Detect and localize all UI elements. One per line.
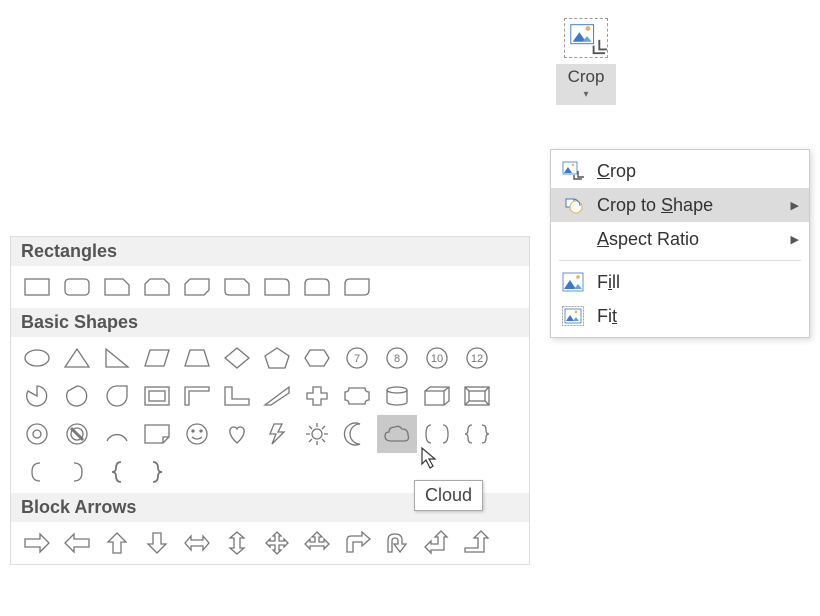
menu-item-fit[interactable]: Fit [551, 299, 809, 333]
shape-oval[interactable] [17, 339, 57, 377]
shape-cross[interactable] [297, 377, 337, 415]
shape-arc[interactable] [97, 415, 137, 453]
shape-no-symbol[interactable] [57, 415, 97, 453]
shape-quad-arrow[interactable] [257, 524, 297, 562]
shape-left-up[interactable] [417, 524, 457, 562]
shape-can[interactable] [377, 377, 417, 415]
section-header: Basic Shapes [11, 308, 529, 337]
menu-item-crop[interactable]: Crop [551, 154, 809, 188]
shape-snip-diagonal[interactable] [177, 268, 217, 306]
menu-item-label: Crop [597, 161, 799, 182]
shape-octagon[interactable]: 8 [377, 339, 417, 377]
shape-lightning[interactable] [257, 415, 297, 453]
menu-item-label: Fit [597, 306, 799, 327]
shape-heptagon[interactable]: 7 [337, 339, 377, 377]
submenu-arrow-icon: ▶ [791, 199, 799, 212]
shape-hexagon[interactable] [297, 339, 337, 377]
shape-left-brace[interactable] [97, 453, 137, 491]
menu-item-crop_to_shape[interactable]: Crop to Shape ▶ [551, 188, 809, 222]
dropdown-arrow-icon: ▾ [564, 88, 608, 101]
shape-parallelogram[interactable] [137, 339, 177, 377]
shape-cloud[interactable] [377, 415, 417, 453]
shape-down-arrow[interactable] [137, 524, 177, 562]
svg-text:7: 7 [354, 353, 360, 365]
shape-u-turn[interactable] [377, 524, 417, 562]
shape-left-arrow[interactable] [57, 524, 97, 562]
shape-tooltip: Cloud [414, 480, 483, 511]
shape-right-triangle[interactable] [97, 339, 137, 377]
shape-snip-same-side[interactable] [137, 268, 177, 306]
shape-snip-single-corner[interactable] [97, 268, 137, 306]
shape-bent-right[interactable] [337, 524, 377, 562]
crop-icon [561, 160, 585, 182]
shapes-row: 7 8 10 12 [11, 337, 529, 493]
shape-moon[interactable] [337, 415, 377, 453]
crop-button-label: Crop [568, 67, 605, 86]
svg-text:12: 12 [471, 353, 483, 365]
shapes-row [11, 266, 529, 308]
shape-snip-round-single[interactable] [217, 268, 257, 306]
shape-rounded-rectangle[interactable] [57, 268, 97, 306]
fill-icon [561, 271, 585, 293]
menu-item-label: Aspect Ratio [597, 229, 785, 250]
menu-item-label: Crop to Shape [597, 195, 785, 216]
shape-trapezoid[interactable] [177, 339, 217, 377]
shape-teardrop[interactable] [97, 377, 137, 415]
menu-item-label: Fill [597, 272, 799, 293]
crop-split-button[interactable]: Crop ▾ [556, 18, 616, 105]
crop-dropdown-menu: Crop Crop to Shape ▶ Aspect Ratio ▶ Fill Fit [550, 149, 810, 338]
shape-plaque[interactable] [337, 377, 377, 415]
shape-dodecagon[interactable]: 12 [457, 339, 497, 377]
shape-right-brace[interactable] [137, 453, 177, 491]
shape-right-bracket[interactable] [57, 453, 97, 491]
fit-icon [561, 305, 585, 327]
shape-half-frame[interactable] [177, 377, 217, 415]
submenu-arrow-icon: ▶ [791, 233, 799, 246]
shape-folded-corner[interactable] [137, 415, 177, 453]
menu-separator [559, 260, 801, 261]
shape-round-diagonal[interactable] [337, 268, 377, 306]
shape-left-bracket[interactable] [17, 453, 57, 491]
shape-rectangle[interactable] [17, 268, 57, 306]
shape-double-brace[interactable] [457, 415, 497, 453]
shape-bent-up[interactable] [457, 524, 497, 562]
shape-up-arrow[interactable] [97, 524, 137, 562]
shape-pentagon[interactable] [257, 339, 297, 377]
shape-triangle[interactable] [57, 339, 97, 377]
shape-frame[interactable] [137, 377, 177, 415]
section-header: Rectangles [11, 237, 529, 266]
picture-crop-icon [564, 18, 608, 58]
shape-l-shape[interactable] [217, 377, 257, 415]
shapes-gallery: RectanglesBasic Shapes781012Block Arrows [10, 236, 530, 565]
crop-button-label-area[interactable]: Crop ▾ [556, 64, 616, 105]
shape-decagon[interactable]: 10 [417, 339, 457, 377]
shape-diagonal-stripe[interactable] [257, 377, 297, 415]
shape-right-arrow[interactable] [17, 524, 57, 562]
svg-text:10: 10 [431, 353, 443, 365]
shape-sun[interactable] [297, 415, 337, 453]
crop-shape-icon [561, 194, 585, 216]
shape-heart[interactable] [217, 415, 257, 453]
shape-double-bracket[interactable] [417, 415, 457, 453]
shapes-row [11, 522, 529, 564]
shape-left-right-arrow[interactable] [177, 524, 217, 562]
shape-smiley[interactable] [177, 415, 217, 453]
shape-pie[interactable] [17, 377, 57, 415]
shape-cube[interactable] [417, 377, 457, 415]
svg-text:8: 8 [394, 353, 400, 365]
shape-round-same-side[interactable] [297, 268, 337, 306]
menu-item-aspect_ratio[interactable]: Aspect Ratio ▶ [551, 222, 809, 256]
menu-item-fill[interactable]: Fill [551, 265, 809, 299]
shape-left-right-up[interactable] [297, 524, 337, 562]
shape-diamond[interactable] [217, 339, 257, 377]
shape-chord[interactable] [57, 377, 97, 415]
shape-up-down-arrow[interactable] [217, 524, 257, 562]
shape-bevel[interactable] [457, 377, 497, 415]
shape-donut[interactable] [17, 415, 57, 453]
shape-round-single-corner[interactable] [257, 268, 297, 306]
blank-icon [561, 228, 585, 250]
